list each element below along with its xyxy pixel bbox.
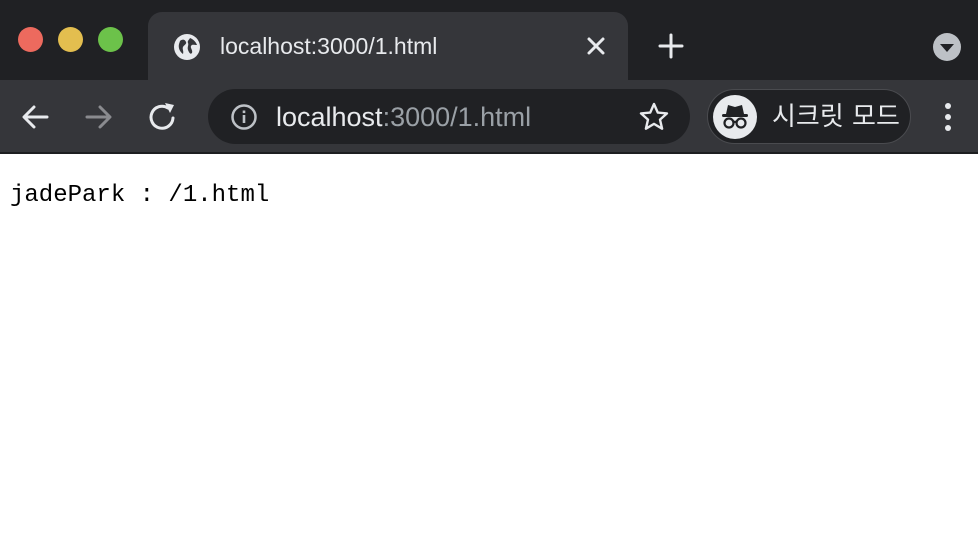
address-bar[interactable]: localhost:3000/1.html: [208, 89, 690, 144]
incognito-icon: [722, 105, 748, 129]
plus-icon[interactable]: [656, 31, 686, 61]
reload-icon[interactable]: [146, 100, 180, 134]
browser-tab[interactable]: localhost:3000/1.html: [148, 12, 628, 80]
url-host: localhost: [276, 102, 383, 132]
url-path: :3000/1.html: [382, 102, 532, 132]
back-arrow-icon[interactable]: [18, 100, 52, 134]
tab-title: localhost:3000/1.html: [220, 33, 438, 59]
incognito-avatar: [713, 95, 757, 139]
tab-search-icon[interactable]: [930, 30, 964, 64]
page-body-text: jadePark : /1.html: [10, 182, 270, 209]
incognito-badge[interactable]: 시크릿 모드: [707, 89, 911, 144]
title-bar: localhost:3000/1.html: [0, 0, 978, 80]
window-maximize-button[interactable]: [98, 27, 123, 52]
toolbar-divider: [0, 152, 978, 154]
info-icon[interactable]: [230, 103, 258, 131]
more-menu-icon[interactable]: [938, 100, 958, 134]
window-close-button[interactable]: [18, 27, 43, 52]
star-icon[interactable]: [638, 101, 670, 133]
close-icon[interactable]: [582, 32, 610, 60]
incognito-label: 시크릿 모드: [772, 102, 900, 132]
window-minimize-button[interactable]: [58, 27, 83, 52]
url-text[interactable]: localhost:3000/1.html: [276, 101, 531, 133]
forward-arrow-icon[interactable]: [82, 100, 116, 134]
globe-icon: [174, 34, 200, 60]
